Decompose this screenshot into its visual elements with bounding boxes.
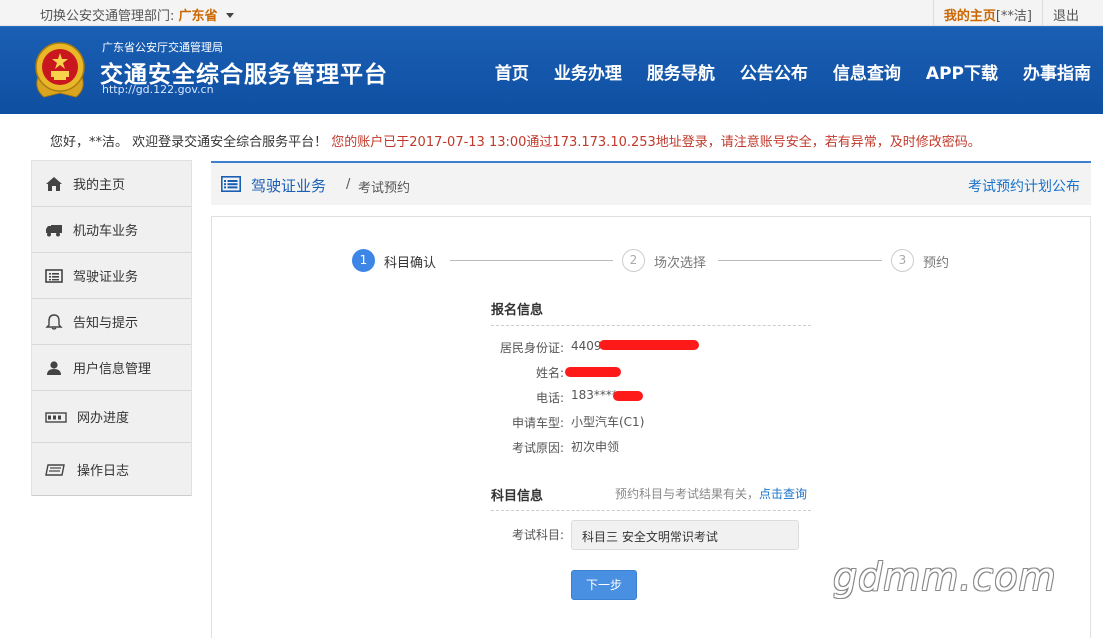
nav-service-guide[interactable]: 服务导航 xyxy=(647,59,715,84)
breadcrumb-separator: / xyxy=(346,177,351,192)
exam-plan-link[interactable]: 考试预约计划公布 xyxy=(968,176,1080,196)
watermark: gdmm.com xyxy=(833,555,1057,599)
step-connector xyxy=(450,260,613,261)
sidebar-item-label: 告知与提示 xyxy=(73,316,139,331)
query-results-link[interactable]: 点击查询 xyxy=(759,487,807,501)
step-3-circle: 3 xyxy=(891,249,914,272)
sidebar-item-label: 用户信息管理 xyxy=(73,362,152,377)
step-1-circle: 1 xyxy=(352,249,375,272)
step-connector xyxy=(718,260,882,261)
exam-reason-value: 初次申领 xyxy=(571,440,620,454)
registration-title: 报名信息 xyxy=(491,303,544,318)
login-warning: 您的账户已于2017-07-13 13:00通过173.173.10.253地址… xyxy=(331,135,981,150)
sidebar-item-label: 操作日志 xyxy=(77,463,130,479)
log-icon xyxy=(45,464,65,476)
site-url: http://gd.122.gov.cn xyxy=(102,83,214,96)
sidebar-item-label: 驾驶证业务 xyxy=(73,270,139,285)
phone-value: 183**** xyxy=(571,388,618,402)
vehicle-type-value: 小型汽车(C1) xyxy=(571,415,645,429)
phone-label: 电话: xyxy=(535,391,564,405)
bell-icon xyxy=(45,313,63,330)
subject-title: 科目信息 xyxy=(491,489,544,504)
breadcrumb: 驾驶证业务 / 考试预约 考试预约计划公布 xyxy=(211,161,1091,205)
step-indicator: 1 科目确认 2 场次选择 3 预约 xyxy=(352,249,952,273)
step-3-label: 预约 xyxy=(923,256,950,271)
subject-hint-text: 预约科目与考试结果有关， xyxy=(615,487,760,501)
welcome-message: 您好，**洁。 欢迎登录交通安全综合服务平台！ 您的账户已于2017-07-13… xyxy=(50,131,981,150)
redaction-mark xyxy=(613,391,643,401)
progress-icon xyxy=(45,411,67,423)
list-card-icon xyxy=(221,176,241,192)
caret-down-icon[interactable] xyxy=(225,13,234,18)
breadcrumb-current: 考试预约 xyxy=(358,181,411,196)
main-nav: 首页 业务办理 服务导航 公告公布 信息查询 APP下载 办事指南 xyxy=(470,59,1091,84)
step-2-circle: 2 xyxy=(622,249,645,272)
org-name: 广东省公安厅交通管理局 xyxy=(102,41,223,54)
dept-switcher[interactable]: 切换公安交通管理部门: 广东省 xyxy=(40,5,234,24)
welcome-greeting: 您好，**洁。 欢迎登录交通安全综合服务平台！ xyxy=(50,135,328,150)
sidebar-item-label: 机动车业务 xyxy=(73,224,139,239)
top-bar: 切换公安交通管理部门: 广东省 我的主页[**洁] 退出 xyxy=(0,0,1103,26)
subject-hint: 预约科目与考试结果有关，点击查询 xyxy=(615,485,807,502)
step-1-label: 科目确认 xyxy=(384,256,437,271)
divider xyxy=(491,510,811,511)
sidebar-item-progress[interactable]: 网办进度 xyxy=(32,391,191,443)
exam-subject-field[interactable]: 科目三 安全文明常识考试 xyxy=(571,520,799,550)
vehicle-type-label: 申请车型: xyxy=(511,416,564,430)
id-card-label: 居民身份证: xyxy=(499,341,564,355)
sidebar-item-log[interactable]: 操作日志 xyxy=(32,443,191,495)
nav-home[interactable]: 首页 xyxy=(495,59,529,84)
sidebar: 我的主页 机动车业务 驾驶证业务 告知与提示 用户信息管理 网办进度 操作日志 xyxy=(31,160,192,496)
divider xyxy=(491,325,811,326)
truck-icon xyxy=(46,224,62,236)
sidebar-item-license[interactable]: 驾驶证业务 xyxy=(32,253,191,299)
nav-app-download[interactable]: APP下载 xyxy=(926,59,998,84)
breadcrumb-section[interactable]: 驾驶证业务 xyxy=(251,175,326,196)
sidebar-item-vehicle[interactable]: 机动车业务 xyxy=(32,207,191,253)
license-card-icon xyxy=(45,268,63,283)
site-header: 广东省公安厅交通管理局 交通安全综合服务管理平台 http://gd.122.g… xyxy=(0,26,1103,114)
next-step-button[interactable]: 下一步 xyxy=(571,570,637,600)
logout-link[interactable]: 退出 xyxy=(1041,0,1103,26)
dept-label: 切换公安交通管理部门: xyxy=(40,9,175,24)
nav-business[interactable]: 业务办理 xyxy=(554,59,622,84)
dept-value[interactable]: 广东省 xyxy=(179,9,218,24)
sidebar-item-user-info[interactable]: 用户信息管理 xyxy=(32,345,191,391)
home-icon xyxy=(46,176,62,191)
sidebar-item-label: 我的主页 xyxy=(73,178,126,193)
nav-guide[interactable]: 办事指南 xyxy=(1023,59,1091,84)
redaction-mark xyxy=(565,367,621,377)
user-icon xyxy=(47,360,61,375)
my-home-link[interactable]: 我的主页[**洁] xyxy=(932,0,1042,26)
my-home-label[interactable]: 我的主页 xyxy=(944,9,996,24)
name-label: 姓名: xyxy=(535,366,564,380)
exam-reason-label: 考试原因: xyxy=(511,441,564,455)
exam-subject-label: 考试科目: xyxy=(511,528,564,542)
step-2-label: 场次选择 xyxy=(654,256,707,271)
redaction-mark xyxy=(599,340,699,350)
user-name-masked: [**洁] xyxy=(995,9,1032,24)
nav-info-query[interactable]: 信息查询 xyxy=(833,59,901,84)
id-card-value: 4409 xyxy=(571,339,602,353)
sidebar-item-home[interactable]: 我的主页 xyxy=(32,161,191,207)
nav-announcements[interactable]: 公告公布 xyxy=(740,59,808,84)
sidebar-item-notices[interactable]: 告知与提示 xyxy=(32,299,191,345)
police-emblem-icon xyxy=(35,42,85,98)
sidebar-item-label: 网办进度 xyxy=(77,411,130,426)
